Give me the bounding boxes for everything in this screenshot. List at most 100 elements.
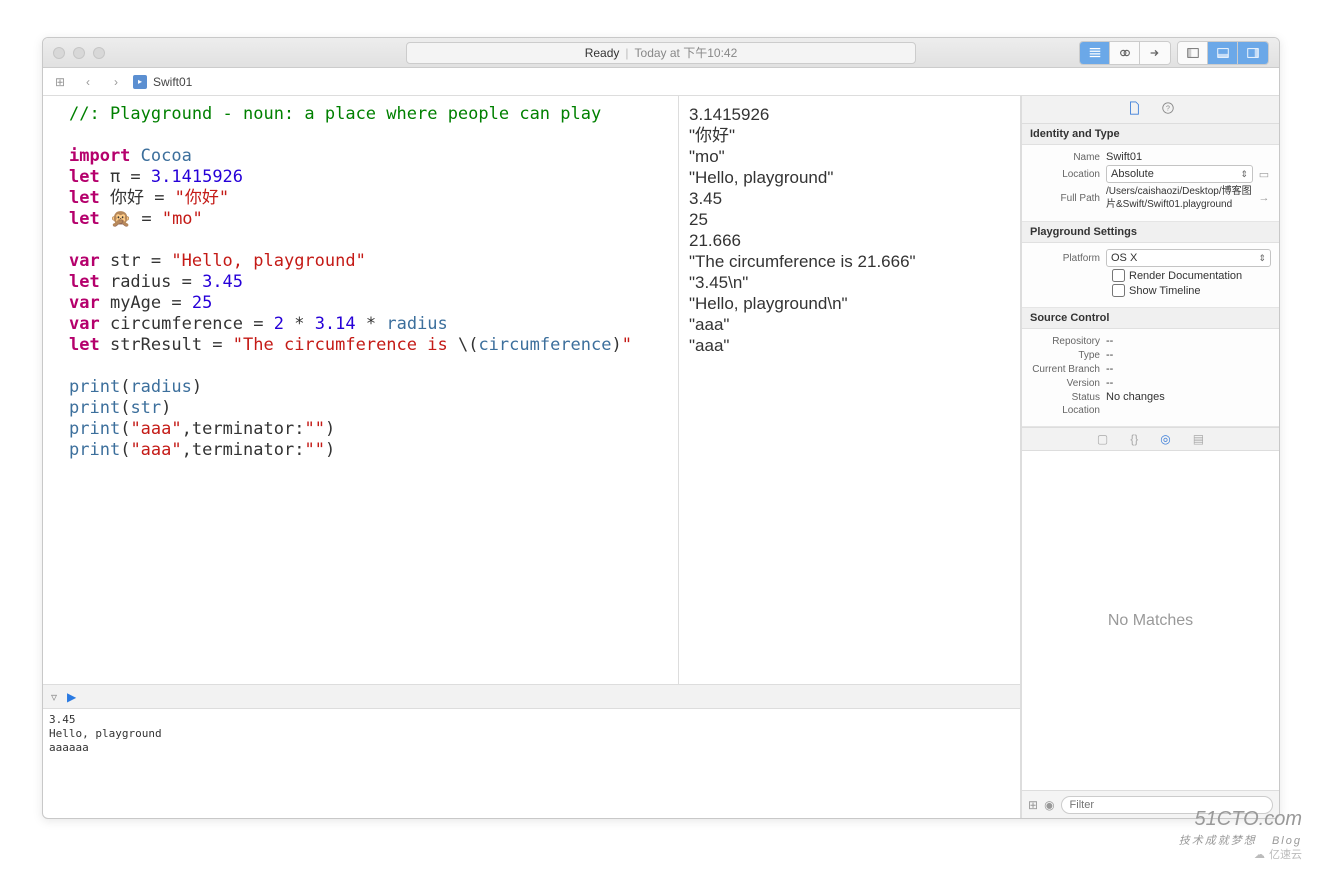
filter-input[interactable] bbox=[1061, 796, 1273, 814]
branch-label: Current Branch bbox=[1030, 364, 1106, 375]
xcode-window: Ready | Today at 下午10:42 ⊞ ‹ › ▸ Swift01 bbox=[42, 37, 1280, 819]
console-output[interactable]: 3.45 Hello, playground aaaaaa bbox=[43, 708, 1020, 818]
version-value: -- bbox=[1106, 377, 1271, 389]
version-editor-button[interactable] bbox=[1140, 42, 1170, 64]
breadcrumb-filename[interactable]: Swift01 bbox=[153, 75, 192, 89]
editor-mode-group bbox=[1079, 41, 1171, 65]
result-line: "aaa" bbox=[689, 335, 1010, 356]
minimize-button[interactable] bbox=[73, 47, 85, 59]
watermark-cloud: ☁ 亿速云 bbox=[1254, 846, 1302, 862]
results-sidebar: 3.1415926"你好""mo""Hello, playground"3.45… bbox=[678, 96, 1020, 684]
inspector-tabs: ? bbox=[1022, 96, 1279, 124]
name-label: Name bbox=[1030, 152, 1106, 163]
result-line: 3.1415926 bbox=[689, 104, 1010, 125]
branch-value: -- bbox=[1106, 363, 1271, 375]
watermark-sub: 技术成就梦想 bbox=[1179, 835, 1257, 847]
status-value: No changes bbox=[1106, 391, 1271, 403]
type-label: Type bbox=[1030, 350, 1106, 361]
inspector-panel: ? Identity and Type NameSwift01 Location… bbox=[1021, 96, 1279, 818]
platform-value: OS X bbox=[1111, 252, 1137, 264]
show-timeline-label: Show Timeline bbox=[1129, 285, 1201, 297]
result-line: "Hello, playground\n" bbox=[689, 293, 1010, 314]
code-and-results: //: Playground - noun: a place where peo… bbox=[43, 96, 1020, 684]
source-control-section: Repository-- Type-- Current Branch-- Ver… bbox=[1022, 329, 1279, 427]
source-control-header: Source Control bbox=[1022, 308, 1279, 329]
library-tabs: ▢ {} ◎ ▤ bbox=[1022, 427, 1279, 451]
run-button[interactable]: ▶ bbox=[67, 690, 76, 704]
breadcrumb-bar: ⊞ ‹ › ▸ Swift01 bbox=[43, 68, 1279, 96]
result-line: "Hello, playground" bbox=[689, 167, 1010, 188]
result-line: "aaa" bbox=[689, 314, 1010, 335]
editor-column: //: Playground - noun: a place where peo… bbox=[43, 96, 1021, 818]
status-pill: Ready | Today at 下午10:42 bbox=[406, 42, 916, 64]
show-timeline-checkbox[interactable] bbox=[1112, 284, 1125, 297]
result-line: "The circumference is 21.666" bbox=[689, 251, 1010, 272]
toggle-navigator-button[interactable] bbox=[1178, 42, 1208, 64]
repo-label: Repository bbox=[1030, 336, 1106, 347]
file-template-tab[interactable]: ▢ bbox=[1097, 432, 1108, 446]
fullpath-value: /Users/caishaozi/Desktop/博客图片&Swift/Swif… bbox=[1106, 185, 1253, 211]
settings-header: Playground Settings bbox=[1022, 222, 1279, 243]
close-button[interactable] bbox=[53, 47, 65, 59]
library-filter-bar: ⊞ ◉ bbox=[1022, 790, 1279, 818]
svg-text:?: ? bbox=[1166, 106, 1170, 113]
titlebar: Ready | Today at 下午10:42 bbox=[43, 38, 1279, 68]
folder-icon[interactable]: ▭ bbox=[1257, 167, 1271, 181]
help-inspector-tab[interactable]: ? bbox=[1161, 101, 1175, 118]
status-separator: | bbox=[625, 46, 628, 60]
reveal-arrow-icon[interactable]: → bbox=[1257, 191, 1271, 205]
fullpath-label: Full Path bbox=[1030, 193, 1106, 204]
status-text: Ready bbox=[585, 46, 620, 60]
result-line: 25 bbox=[689, 209, 1010, 230]
location-value: Absolute bbox=[1111, 168, 1154, 180]
grid-icon[interactable]: ⊞ bbox=[1028, 798, 1038, 812]
standard-editor-button[interactable] bbox=[1080, 42, 1110, 64]
name-value[interactable]: Swift01 bbox=[1106, 151, 1271, 163]
render-doc-checkbox[interactable] bbox=[1112, 269, 1125, 282]
result-line: 3.45 bbox=[689, 188, 1010, 209]
file-inspector-tab[interactable] bbox=[1127, 101, 1141, 118]
scope-icon[interactable]: ◉ bbox=[1044, 798, 1054, 812]
cloud-text: 亿速云 bbox=[1269, 846, 1302, 862]
chevron-updown-icon: ⇕ bbox=[1240, 169, 1248, 180]
code-snippet-tab[interactable]: {} bbox=[1130, 432, 1138, 446]
result-line: "3.45\n" bbox=[689, 272, 1010, 293]
toolbar-right bbox=[1079, 41, 1269, 65]
object-library-tab[interactable]: ◎ bbox=[1160, 432, 1170, 446]
version-label: Version bbox=[1030, 378, 1106, 389]
result-line: 21.666 bbox=[689, 230, 1010, 251]
platform-select[interactable]: OS X ⇕ bbox=[1106, 249, 1271, 267]
status-time: Today at 下午10:42 bbox=[635, 44, 738, 61]
related-items-button[interactable]: ⊞ bbox=[49, 72, 71, 92]
status-label: Status bbox=[1030, 392, 1106, 403]
chevron-updown-icon: ⇕ bbox=[1258, 253, 1266, 264]
cloud-icon: ☁ bbox=[1254, 848, 1265, 861]
toggle-debug-button[interactable] bbox=[1208, 42, 1238, 64]
traffic-lights bbox=[53, 47, 105, 59]
main-area: //: Playground - noun: a place where peo… bbox=[43, 96, 1279, 818]
identity-section: NameSwift01 Location Absolute ⇕ ▭ Full Path… bbox=[1022, 145, 1279, 222]
assistant-editor-button[interactable] bbox=[1110, 42, 1140, 64]
nav-forward-button[interactable]: › bbox=[105, 72, 127, 92]
no-matches-label: No Matches bbox=[1022, 451, 1279, 790]
media-library-tab[interactable]: ▤ bbox=[1193, 432, 1204, 446]
repo-value: -- bbox=[1106, 335, 1271, 347]
type-value: -- bbox=[1106, 349, 1271, 361]
panel-toggle-group bbox=[1177, 41, 1269, 65]
location-label: Location bbox=[1030, 169, 1106, 180]
identity-header: Identity and Type bbox=[1022, 124, 1279, 145]
platform-label: Platform bbox=[1030, 253, 1106, 264]
nav-back-button[interactable]: ‹ bbox=[77, 72, 99, 92]
zoom-button[interactable] bbox=[93, 47, 105, 59]
result-line: "你好" bbox=[689, 125, 1010, 146]
result-line: "mo" bbox=[689, 146, 1010, 167]
settings-section: Platform OS X ⇕ Render Documentation Show … bbox=[1022, 243, 1279, 308]
console-toggle-icon[interactable]: ▿ bbox=[51, 690, 57, 704]
code-editor[interactable]: //: Playground - noun: a place where peo… bbox=[43, 96, 678, 684]
render-doc-label: Render Documentation bbox=[1129, 270, 1242, 282]
console-toolbar: ▿ ▶ bbox=[43, 684, 1020, 708]
playground-icon: ▸ bbox=[133, 75, 147, 89]
location-select[interactable]: Absolute ⇕ bbox=[1106, 165, 1253, 183]
toggle-inspector-button[interactable] bbox=[1238, 42, 1268, 64]
sc-location-label: Location bbox=[1030, 405, 1106, 416]
